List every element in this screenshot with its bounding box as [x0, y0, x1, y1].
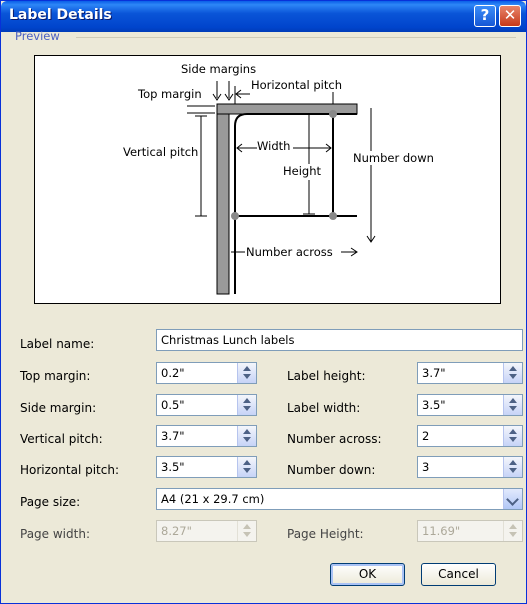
page-size-select[interactable]: A4 (21 x 29.7 cm) [156, 488, 523, 510]
page-height-spin-icon [503, 521, 522, 541]
chevron-down-icon[interactable] [503, 489, 522, 509]
number-across-stepper[interactable]: 2 [417, 425, 523, 447]
top-margin-stepper[interactable]: 0.2" [156, 362, 257, 384]
dialog-title: Label Details [9, 7, 112, 23]
label-width-label: Label width: [287, 401, 361, 415]
label-height-label: Label height: [287, 369, 366, 383]
preview-diagram-drawing [187, 81, 376, 295]
preview-diagram: Side margins Top margin Horizontal pitch… [34, 55, 501, 304]
page-width-stepper: 8.27" [156, 520, 257, 542]
side-margin-stepper[interactable]: 0.5" [156, 394, 257, 416]
number-down-value: 3 [422, 460, 430, 474]
number-down-stepper[interactable]: 3 [417, 456, 523, 478]
page-width-value: 8.27" [161, 524, 192, 538]
diagram-label-height: Height [283, 164, 322, 178]
preview-group-divider [76, 37, 516, 38]
diagram-label-side-margins: Side margins [181, 62, 257, 76]
label-width-value: 3.5" [422, 398, 446, 412]
vertical-pitch-label: Vertical pitch: [20, 432, 103, 446]
number-across-spin-icon[interactable] [503, 426, 522, 446]
title-bar[interactable]: Label Details ? ✕ [1, 1, 526, 32]
top-margin-label: Top margin: [20, 369, 91, 383]
side-margin-label: Side margin: [20, 401, 97, 415]
horizontal-pitch-value: 3.5" [161, 460, 185, 474]
label-height-value: 3.7" [422, 366, 446, 380]
top-margin-value: 0.2" [161, 366, 185, 380]
page-size-value: A4 (21 x 29.7 cm) [161, 492, 265, 506]
dialog-body: Preview Side margins Top margin Horizont… [4, 29, 523, 602]
side-margin-value: 0.5" [161, 398, 185, 412]
diagram-label-number-down: Number down [353, 151, 434, 165]
page-width-label: Page width: [20, 527, 90, 541]
number-down-label: Number down: [287, 463, 376, 477]
top-margin-spin-icon[interactable] [237, 363, 256, 383]
vertical-pitch-stepper[interactable]: 3.7" [156, 425, 257, 447]
diagram-label-horizontal-pitch: Horizontal pitch [251, 78, 342, 92]
horizontal-pitch-spin-icon[interactable] [237, 457, 256, 477]
page-height-stepper: 11.69" [417, 520, 523, 542]
number-across-label: Number across: [287, 432, 382, 446]
diagram-label-vertical-pitch: Vertical pitch [123, 145, 199, 159]
label-name-input[interactable]: Christmas Lunch labels [156, 329, 523, 351]
label-name-label: Label name: [20, 337, 95, 351]
horizontal-pitch-stepper[interactable]: 3.5" [156, 456, 257, 478]
label-height-stepper[interactable]: 3.7" [417, 362, 523, 384]
label-details-dialog: Label Details ? ✕ Preview Side margins T… [0, 0, 527, 604]
label-width-spin-icon[interactable] [503, 395, 522, 415]
help-icon[interactable]: ? [474, 5, 496, 27]
number-across-value: 2 [422, 429, 430, 443]
page-height-label: Page Height: [287, 527, 364, 541]
diagram-label-top-margin: Top margin [138, 87, 202, 101]
label-height-spin-icon[interactable] [503, 363, 522, 383]
page-width-spin-icon [237, 521, 256, 541]
diagram-label-number-across: Number across [246, 245, 333, 259]
side-margin-spin-icon[interactable] [237, 395, 256, 415]
page-size-label: Page size: [20, 495, 81, 509]
vertical-pitch-value: 3.7" [161, 429, 185, 443]
close-icon[interactable]: ✕ [499, 5, 521, 27]
vertical-pitch-spin-icon[interactable] [237, 426, 256, 446]
cancel-button[interactable]: Cancel [421, 563, 496, 586]
preview-group-label: Preview [15, 29, 60, 43]
number-down-spin-icon[interactable] [503, 457, 522, 477]
horizontal-pitch-label: Horizontal pitch: [20, 463, 119, 477]
label-width-stepper[interactable]: 3.5" [417, 394, 523, 416]
page-height-value: 11.69" [422, 524, 461, 538]
diagram-label-width: Width [257, 139, 291, 153]
ok-button[interactable]: OK [330, 563, 405, 586]
